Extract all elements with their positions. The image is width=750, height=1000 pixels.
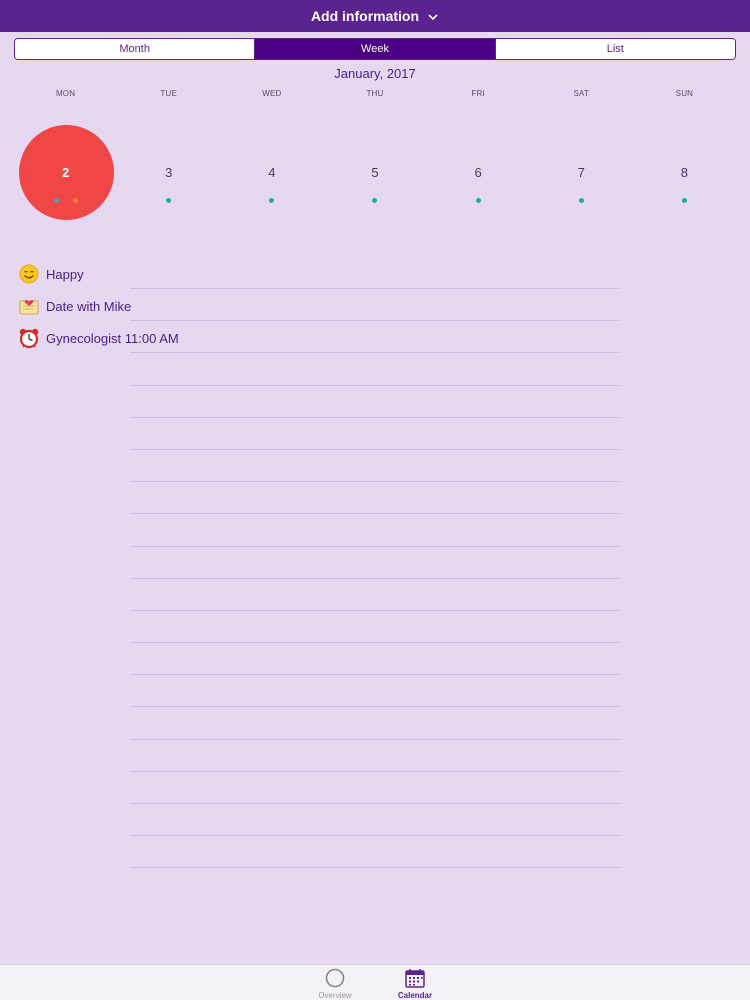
alarm-clock-icon: [18, 327, 40, 349]
header-title[interactable]: Add information: [311, 8, 419, 24]
ruled-line: [130, 448, 620, 450]
calendar-icon: [385, 967, 445, 989]
day-number: 2: [61, 165, 70, 180]
circle-icon: [305, 967, 365, 989]
day-cell[interactable]: 8: [633, 125, 736, 221]
day-event-dots: [323, 198, 426, 203]
day-event-dots: [427, 198, 530, 203]
day-cell[interactable]: 2: [14, 125, 117, 221]
ruled-line: [130, 416, 620, 418]
weekday-label: WED: [262, 89, 282, 98]
tab-calendar-label: Calendar: [397, 991, 433, 1000]
ruled-line: [130, 642, 620, 644]
event-label: Happy: [46, 266, 84, 282]
chevron-down-icon[interactable]: [427, 10, 439, 22]
event-dot: [166, 198, 172, 203]
smiley-face-icon: [18, 263, 40, 285]
ruled-line: [130, 706, 620, 708]
ruled-lines: [130, 288, 620, 900]
weekday-label: THU: [366, 89, 384, 98]
header-bar[interactable]: Add information: [0, 0, 750, 32]
day-number: 6: [474, 165, 482, 180]
day-number: 7: [577, 165, 585, 180]
tab-month[interactable]: Month: [15, 39, 256, 59]
ruled-line: [130, 384, 620, 386]
tab-week[interactable]: Week: [255, 39, 496, 59]
weekday-label: FRI: [471, 89, 485, 98]
ruled-line: [130, 577, 620, 579]
day-event-dots: [117, 198, 220, 203]
day-event-dots: [220, 198, 323, 203]
bottom-tab-bar: Overview Calendar: [0, 964, 750, 1000]
ruled-line: [130, 835, 620, 837]
day-cell[interactable]: 7: [530, 125, 633, 221]
weekday-header: MON TUE WED THU FRI SAT SUN: [14, 89, 736, 98]
day-number: 3: [165, 165, 173, 180]
tab-overview[interactable]: Overview: [305, 967, 365, 1000]
day-number: 8: [680, 165, 689, 180]
ruled-line: [130, 609, 620, 611]
ruled-line: [130, 320, 620, 322]
day-number: 4: [268, 165, 276, 180]
weekday-label: MON: [55, 89, 76, 98]
weekday-label: SAT: [573, 89, 590, 98]
ruled-line: [130, 352, 620, 354]
ruled-line: [130, 738, 620, 740]
ruled-line: [130, 770, 620, 772]
month-title: January, 2017: [334, 66, 416, 81]
day-cell[interactable]: 6: [427, 125, 530, 221]
ruled-line: [130, 288, 620, 289]
ruled-line: [130, 674, 620, 676]
day-event-dots: [633, 198, 736, 203]
event-dot: [72, 198, 78, 203]
day-cell[interactable]: 5: [323, 125, 426, 221]
event-label: Date with Mike: [46, 298, 132, 314]
weekday-label: TUE: [160, 89, 178, 98]
weekday-label: SUN: [675, 89, 694, 98]
event-dot: [578, 198, 584, 203]
event-dot: [53, 198, 59, 203]
ruled-line: [130, 545, 620, 547]
day-number: 5: [371, 165, 379, 180]
ruled-line: [130, 513, 620, 515]
day-cell[interactable]: 3: [117, 125, 220, 221]
ruled-line: [130, 481, 620, 483]
ruled-line: [130, 803, 620, 804]
tab-overview-label: Overview: [318, 991, 352, 1000]
event-item-happy[interactable]: Happy: [18, 258, 618, 290]
event-dot: [372, 198, 378, 203]
tab-list[interactable]: List: [495, 39, 735, 59]
event-dot: [681, 198, 687, 203]
event-dot: [269, 198, 275, 203]
tab-calendar[interactable]: Calendar: [385, 967, 445, 1000]
event-dot: [475, 198, 481, 203]
week-days-row: 2 3 4 5 6 7 8: [14, 125, 736, 221]
view-switcher: Month Week List: [14, 38, 736, 60]
day-event-dots: [530, 198, 633, 203]
ruled-line: [130, 867, 620, 869]
day-cell[interactable]: 4: [220, 125, 323, 221]
love-note-icon: [18, 295, 40, 317]
day-event-dots: [14, 198, 117, 203]
